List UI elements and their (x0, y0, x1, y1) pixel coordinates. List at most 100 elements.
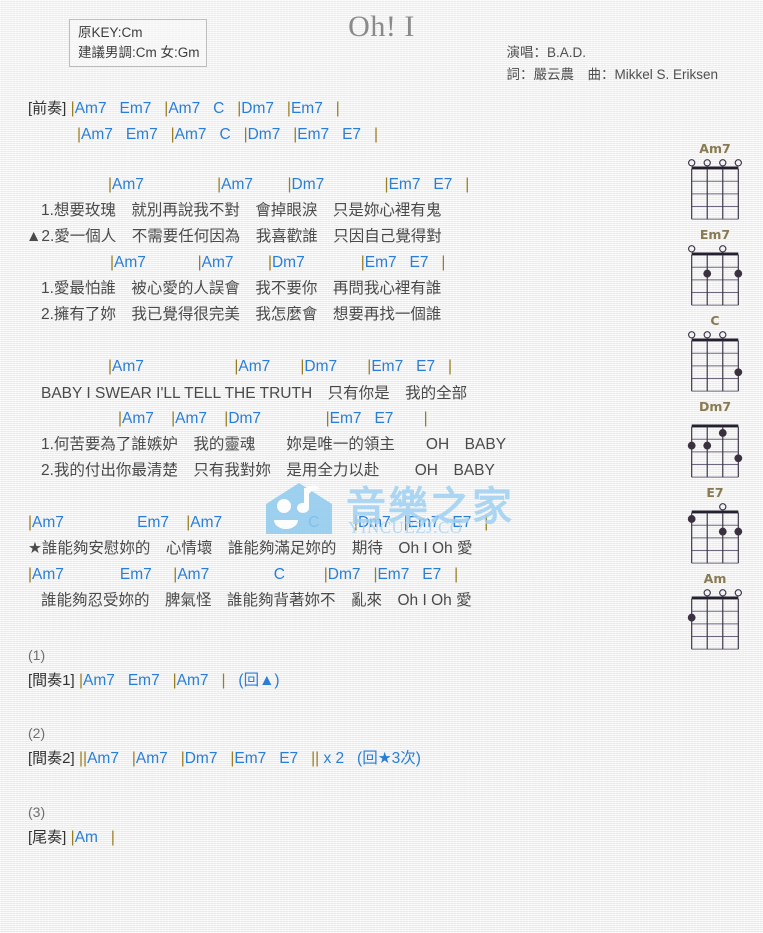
chord-diagram-name: Am (703, 571, 727, 586)
chord-line: [尾奏] |Am | (28, 829, 115, 846)
lyric-line: ★誰能夠安慰妳的 心情壞 誰能夠滿足妳的 期待 Oh I Oh 愛 (28, 540, 473, 557)
bar-separator: | (70, 100, 75, 117)
bar-separator: | (484, 514, 489, 531)
bar-separator: | (423, 410, 428, 427)
bar-separator: | (197, 254, 202, 271)
bar-separator: | (164, 100, 169, 117)
chord-line: [間奏2] ||Am7 |Am7 |Dm7 |Em7 E7 || x 2 (回★… (28, 750, 421, 767)
bar-separator: | (77, 126, 82, 143)
bar-separator: | (367, 358, 372, 375)
chord-line: [間奏1] |Am7 Em7 |Am7 | (回▲) (28, 672, 280, 689)
bar-separator: | (171, 410, 176, 427)
bar-separator: | (224, 410, 229, 427)
chord-diagram: Am7 (673, 141, 757, 226)
bar-separator: | (360, 254, 365, 271)
chord-diagram-grid (687, 159, 743, 220)
chord-diagram: E7 (673, 485, 757, 570)
song-title: Oh! I (348, 10, 415, 43)
credits-block: 演唱：B.A.D. 詞：嚴云農 曲：Mikkel S. Eriksen (506, 42, 718, 85)
bar-separator: | (325, 410, 330, 427)
bar-separator: | (28, 514, 33, 531)
bar-separator: | (465, 176, 470, 193)
section-tag: [間奏2] (28, 750, 75, 767)
bar-separator: | (300, 358, 305, 375)
lyric-line: 1.愛最怕誰 被心愛的人誤會 我不要你 再問我心裡有誰 (41, 280, 442, 297)
bar-separator: | (79, 672, 84, 689)
bar-separator: | (110, 829, 115, 846)
chord-diagram-name: Em7 (699, 227, 731, 242)
ending-number: (1) (28, 647, 46, 663)
bar-separator: | (441, 254, 446, 271)
lyric-line: 1.想要玫瑰 就別再說我不對 會掉眼淚 只是妳心裡有鬼 (41, 202, 442, 219)
bar-separator: | (237, 100, 242, 117)
bar-separator: | (217, 176, 222, 193)
chord-diagram: C (673, 313, 757, 398)
suggested-key-text: 建議男調:Cm 女:Gm (78, 44, 200, 60)
bar-separator: | (172, 672, 177, 689)
chord-line: |Am7 |Am7 |Dm7 |Em7 E7 | (110, 254, 446, 271)
bar-separator: | (230, 750, 235, 767)
bar-separator: | (353, 514, 358, 531)
lyric-line: 1.何苦要為了誰嫉妒 我的靈魂 妳是唯一的領主 OH BABY (41, 436, 507, 453)
ending-number: (3) (28, 804, 46, 820)
bar-separator: | (173, 566, 178, 583)
lyric-line: 2.我的付出你最清楚 只有我對妳 是用全力以赴 OH BABY (41, 462, 495, 479)
bar-separator: | (70, 829, 75, 846)
bar-separator: | (373, 566, 378, 583)
bar-separator: | (293, 126, 298, 143)
chord-diagram-name: Dm7 (698, 399, 732, 414)
chord-diagram-grid (687, 245, 743, 306)
bar-separator: | (267, 254, 272, 271)
bar-separator: | (170, 126, 175, 143)
singer-text: 演唱：B.A.D. (506, 45, 586, 60)
bar-separator: | (186, 514, 191, 531)
chord-sheet-page: 原KEY:Cm 建議男調:Cm 女:Gm Oh! I 演唱：B.A.D. 詞：嚴… (0, 0, 763, 933)
ending-number: (2) (28, 725, 46, 741)
bar-separator: | (243, 126, 248, 143)
lyric-line: ▲2.愛一個人 不需要任何因為 我喜歡誰 只因自己覺得對 (26, 228, 442, 245)
chord-line: |Am7 Em7 |Am7 C |Dm7 |Em7 E7 | (28, 566, 459, 583)
chord-diagram-grid (687, 331, 743, 392)
bar-separator: | (384, 176, 389, 193)
bar-separator: | (448, 358, 453, 375)
bar-separator: | (335, 100, 340, 117)
chord-line: |Am7 |Am7 |Dm7 |Em7 E7 | (108, 358, 453, 375)
chord-diagram-column: Am7 Em7 C Dm7 E7 Am (673, 141, 757, 657)
bar-separator: | (234, 358, 239, 375)
bar-separator: | (221, 672, 226, 689)
chord-line: [前奏] |Am7 Em7 |Am7 C |Dm7 |Em7 | (28, 100, 340, 117)
section-tag: [間奏1] (28, 672, 75, 689)
lyric-line: 誰能夠忍受妳的 脾氣怪 誰能夠背著妳不 亂來 Oh I Oh 愛 (41, 592, 472, 609)
bar-separator: | (454, 566, 459, 583)
bar-separator: | (403, 514, 408, 531)
bar-separator: | (286, 100, 291, 117)
bar-separator: | (315, 750, 320, 767)
chord-diagram-name: Am7 (699, 141, 731, 156)
bar-separator: | (108, 358, 113, 375)
chord-diagram-grid (687, 503, 743, 564)
writers-text: 詞：嚴云農 曲：Mikkel S. Eriksen (506, 66, 718, 82)
lyric-line: BABY I SWEAR I'LL TELL THE TRUTH 只有你是 我的… (41, 385, 468, 402)
chord-diagram: Am (673, 571, 757, 656)
chord-diagram-name: C (710, 313, 720, 328)
bar-separator: | (110, 254, 115, 271)
bar-separator: | (180, 750, 185, 767)
bar-separator: | (131, 750, 136, 767)
bar-separator: | (118, 410, 123, 427)
bar-separator: | (83, 750, 88, 767)
chord-diagram: Em7 (673, 227, 757, 312)
section-tag: [尾奏] (28, 829, 67, 846)
chord-diagram-name: E7 (706, 485, 724, 500)
bar-separator: | (287, 176, 292, 193)
bar-separator: | (323, 566, 328, 583)
section-tag: [前奏] (28, 100, 67, 117)
chord-line: |Am7 Em7 |Am7 C |Dm7 |Em7 E7 | (77, 126, 378, 143)
bar-separator: | (373, 126, 378, 143)
chord-line: |Am7 Em7 |Am7 C |Dm7 |Em7 E7 | (28, 514, 489, 531)
bar-separator: | (28, 566, 33, 583)
chord-diagram-grid (687, 424, 743, 478)
chord-diagram-grid (687, 589, 743, 650)
lyric-line: 2.擁有了妳 我已覺得很完美 我怎麼會 想要再找一個誰 (41, 306, 442, 323)
chord-line: |Am7 |Am7 |Dm7 |Em7 E7 | (108, 176, 470, 193)
bar-separator: | (108, 176, 113, 193)
